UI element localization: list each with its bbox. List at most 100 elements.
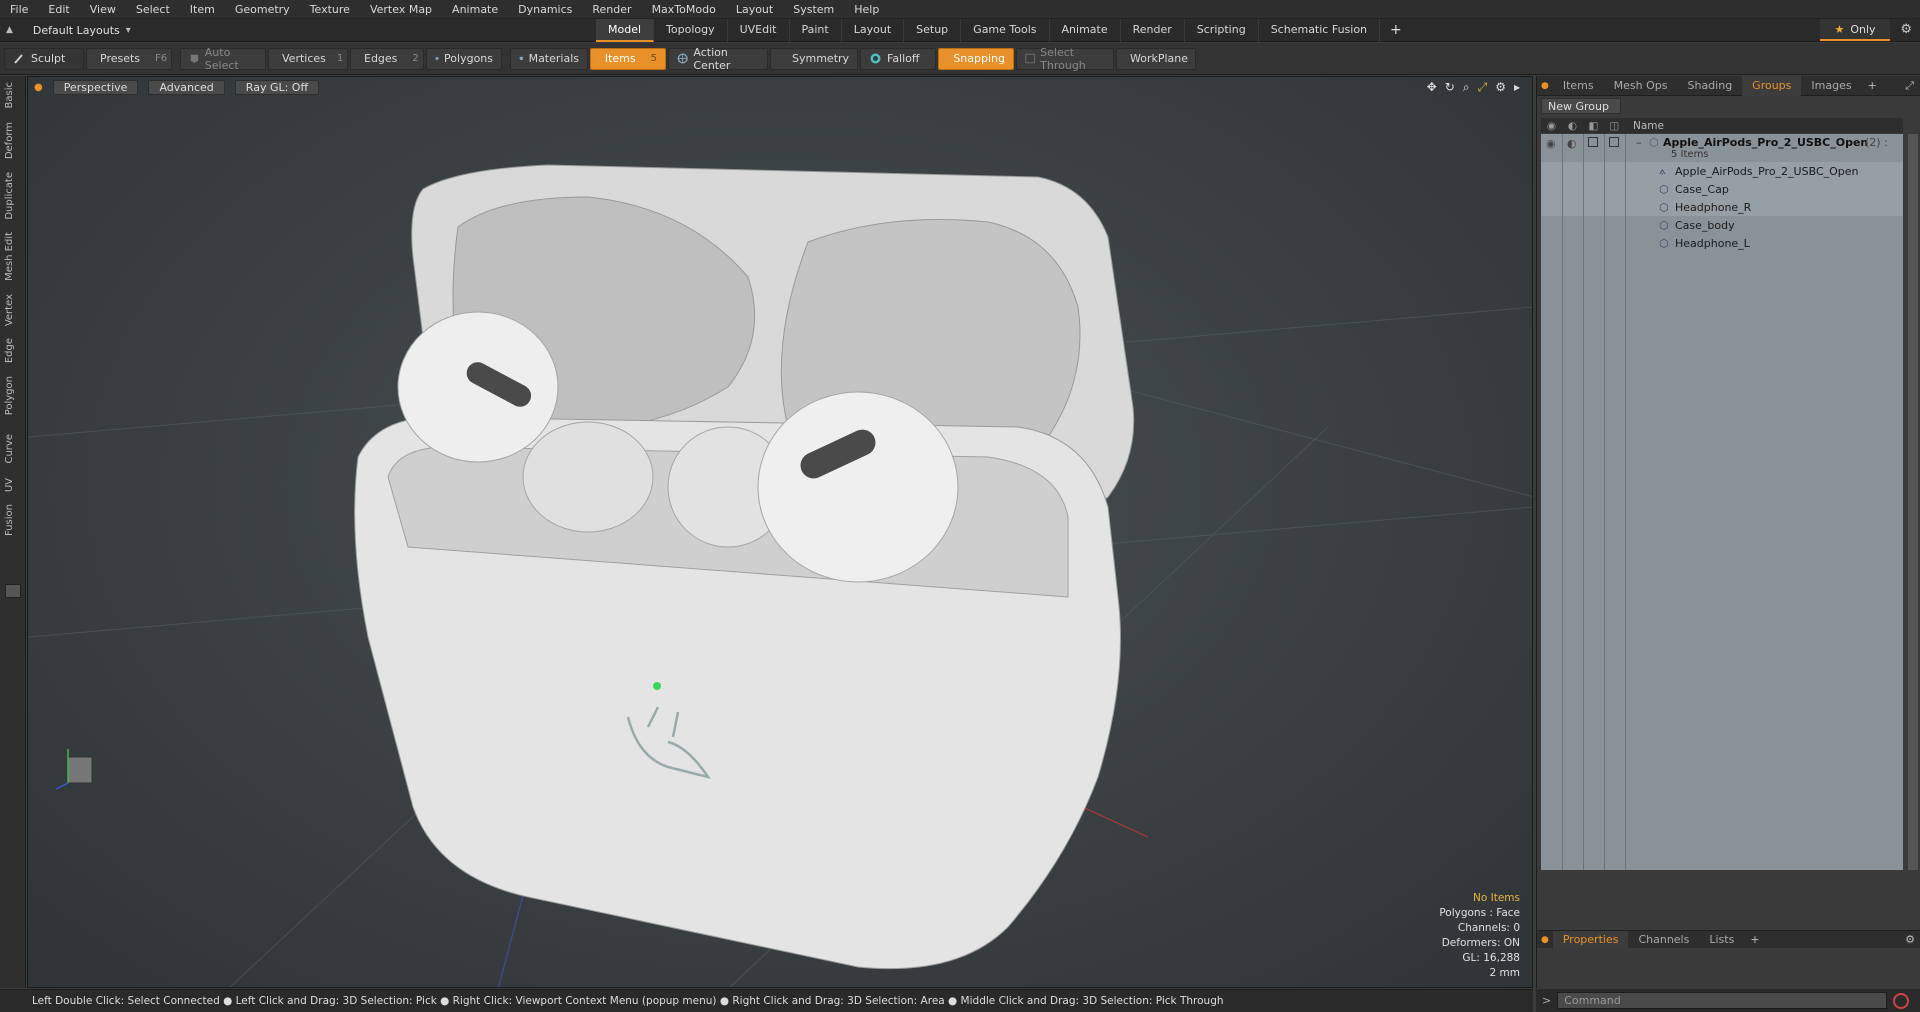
gear-icon[interactable]: ⚙ [1900,22,1912,37]
add-props-tab-icon[interactable]: + [1744,933,1765,946]
left-tab-basic[interactable]: Basic [4,82,15,108]
left-tab-curve[interactable]: Curve [4,434,15,464]
select-col-icon[interactable]: ◫ [1604,120,1625,132]
visibility-col-eye-icon[interactable]: ◉ [1541,120,1562,132]
tab-schematic-fusion[interactable]: Schematic Fusion [1259,18,1381,42]
left-tab-uv[interactable]: UV [4,478,15,492]
workplane-button[interactable]: WorkPlane [1116,47,1196,70]
tab-game-tools[interactable]: Game Tools [961,18,1050,42]
tab-groups[interactable]: Groups [1742,75,1802,96]
presets-button[interactable]: Presets F6 [86,47,172,70]
left-tab-polygon[interactable]: Polygon [4,376,15,415]
only-button[interactable]: ★ Only [1820,19,1890,41]
shading-advanced-button[interactable]: Advanced [148,79,225,95]
tab-mesh-ops[interactable]: Mesh Ops [1604,76,1678,96]
lock-col-icon[interactable]: ◧ [1583,120,1604,132]
row-select-icon[interactable] [1609,137,1619,147]
menu-select[interactable]: Select [126,0,180,19]
menu-vertex-map[interactable]: Vertex Map [360,0,442,19]
tree-item-case-cap[interactable]: ⬡ Case_Cap [1541,180,1903,198]
tab-topology[interactable]: Topology [654,18,728,42]
tab-scripting[interactable]: Scripting [1185,18,1259,42]
tab-paint[interactable]: Paint [790,18,842,42]
layout-collapse-icon[interactable]: ▲ [6,25,13,35]
left-tab-mesh-edit[interactable]: Mesh Edit [4,232,15,281]
new-group-button[interactable]: New Group [1541,98,1621,114]
menu-item[interactable]: Item [180,0,225,19]
tree-item-case-body[interactable]: ⬡ Case_body [1541,216,1903,234]
left-tab-fusion[interactable]: Fusion [4,504,15,536]
add-tab-plus-icon[interactable]: + [1380,19,1412,42]
layouts-dropdown[interactable]: ▲ Default Layouts ▾ [6,24,596,37]
symmetry-button[interactable]: Symmetry [770,47,858,70]
tab-shading[interactable]: Shading [1677,76,1742,96]
tab-images[interactable]: Images [1801,76,1861,96]
viewport-menu-dot-icon[interactable]: ● [34,82,43,93]
menu-maxtomodo[interactable]: MaxToModo [642,0,726,19]
snapping-button[interactable]: Snapping [938,47,1014,70]
raygl-button[interactable]: Ray GL: Off [234,79,320,95]
tab-render[interactable]: Render [1121,18,1185,42]
tab-channels[interactable]: Channels [1628,931,1699,949]
menu-help[interactable]: Help [844,0,889,19]
left-tab-deform[interactable]: Deform [4,122,15,159]
menu-render[interactable]: Render [582,0,641,19]
tree-item-headphone-r[interactable]: ⬡ Headphone_R [1541,198,1903,216]
materials-button[interactable]: Materials [510,47,588,70]
expand-arrow-icon[interactable]: ▸ [1514,80,1520,95]
menu-edit[interactable]: Edit [38,0,79,19]
menu-file[interactable]: File [0,0,38,19]
group-row[interactable]: ◉ ◐ – ⬡ Apple_AirPods_Pro_2_USBC_Open (2… [1541,134,1903,162]
viewport-gear-icon[interactable]: ⚙ [1495,80,1506,95]
tree-item-headphone-l[interactable]: ⬡ Headphone_L [1541,234,1903,252]
render-col-icon[interactable]: ◐ [1562,120,1583,132]
row-render-icon[interactable]: ◐ [1567,137,1577,150]
view-perspective-button[interactable]: Perspective [52,79,139,95]
action-center-button[interactable]: Action Center [668,46,768,72]
items-button[interactable]: Items 5 [590,47,666,70]
auto-select-button[interactable]: Auto Select [180,46,266,72]
tab-model[interactable]: Model [596,18,655,42]
fit-icon[interactable]: ⤢ [1478,80,1488,95]
menu-system[interactable]: System [783,0,844,19]
row-lock-icon[interactable] [1588,137,1598,147]
3d-viewport[interactable]: ● Perspective Advanced Ray GL: Off ✥ ↻ ⌕… [27,76,1533,988]
select-through-button[interactable]: Select Through [1016,46,1114,72]
add-panel-tab-icon[interactable]: + [1862,79,1883,92]
menu-dynamics[interactable]: Dynamics [508,0,582,19]
pan-icon[interactable]: ✥ [1427,80,1437,95]
falloff-button[interactable]: Falloff [860,47,936,70]
command-input[interactable]: Command [1557,992,1888,1009]
command-stop-icon[interactable] [1893,992,1910,1009]
tab-animate[interactable]: Animate [1050,18,1121,42]
menu-geometry[interactable]: Geometry [225,0,300,19]
row-eye-icon[interactable]: ◉ [1546,137,1556,150]
left-strip-toggle[interactable] [5,584,21,598]
menu-texture[interactable]: Texture [300,0,360,19]
polygons-button[interactable]: Polygons [426,47,502,70]
tab-layout[interactable]: Layout [842,18,905,42]
props-menu-dot-icon[interactable]: ● [1537,935,1553,945]
props-gear-icon[interactable]: ⚙ [1899,933,1920,946]
vertices-button[interactable]: Vertices 1 [268,47,348,70]
group-collapse-icon[interactable]: – [1636,136,1642,149]
tab-items[interactable]: Items [1553,76,1604,96]
rotate-icon[interactable]: ↻ [1445,80,1455,95]
tab-properties[interactable]: Properties [1552,930,1629,949]
left-tab-duplicate[interactable]: Duplicate [4,172,15,220]
sculpt-button[interactable]: Sculpt [4,47,84,70]
panel-expand-icon[interactable]: ⤢ [1899,79,1920,93]
left-tab-edge[interactable]: Edge [4,338,15,363]
left-tab-vertex[interactable]: Vertex [4,294,15,326]
menu-layout[interactable]: Layout [726,0,783,19]
tab-uvedit[interactable]: UVEdit [728,18,790,42]
panel-menu-dot-icon[interactable]: ● [1537,81,1553,91]
panel-scrollbar[interactable] [1908,134,1918,870]
zoom-icon[interactable]: ⌕ [1463,80,1470,95]
tab-lists[interactable]: Lists [1699,931,1744,949]
tab-setup[interactable]: Setup [904,18,962,42]
menu-animate[interactable]: Animate [442,0,508,19]
edges-button[interactable]: Edges 2 [350,47,424,70]
menu-view[interactable]: View [80,0,126,19]
tree-item-mesh[interactable]: ⟑ Apple_AirPods_Pro_2_USBC_Open [1541,162,1903,180]
